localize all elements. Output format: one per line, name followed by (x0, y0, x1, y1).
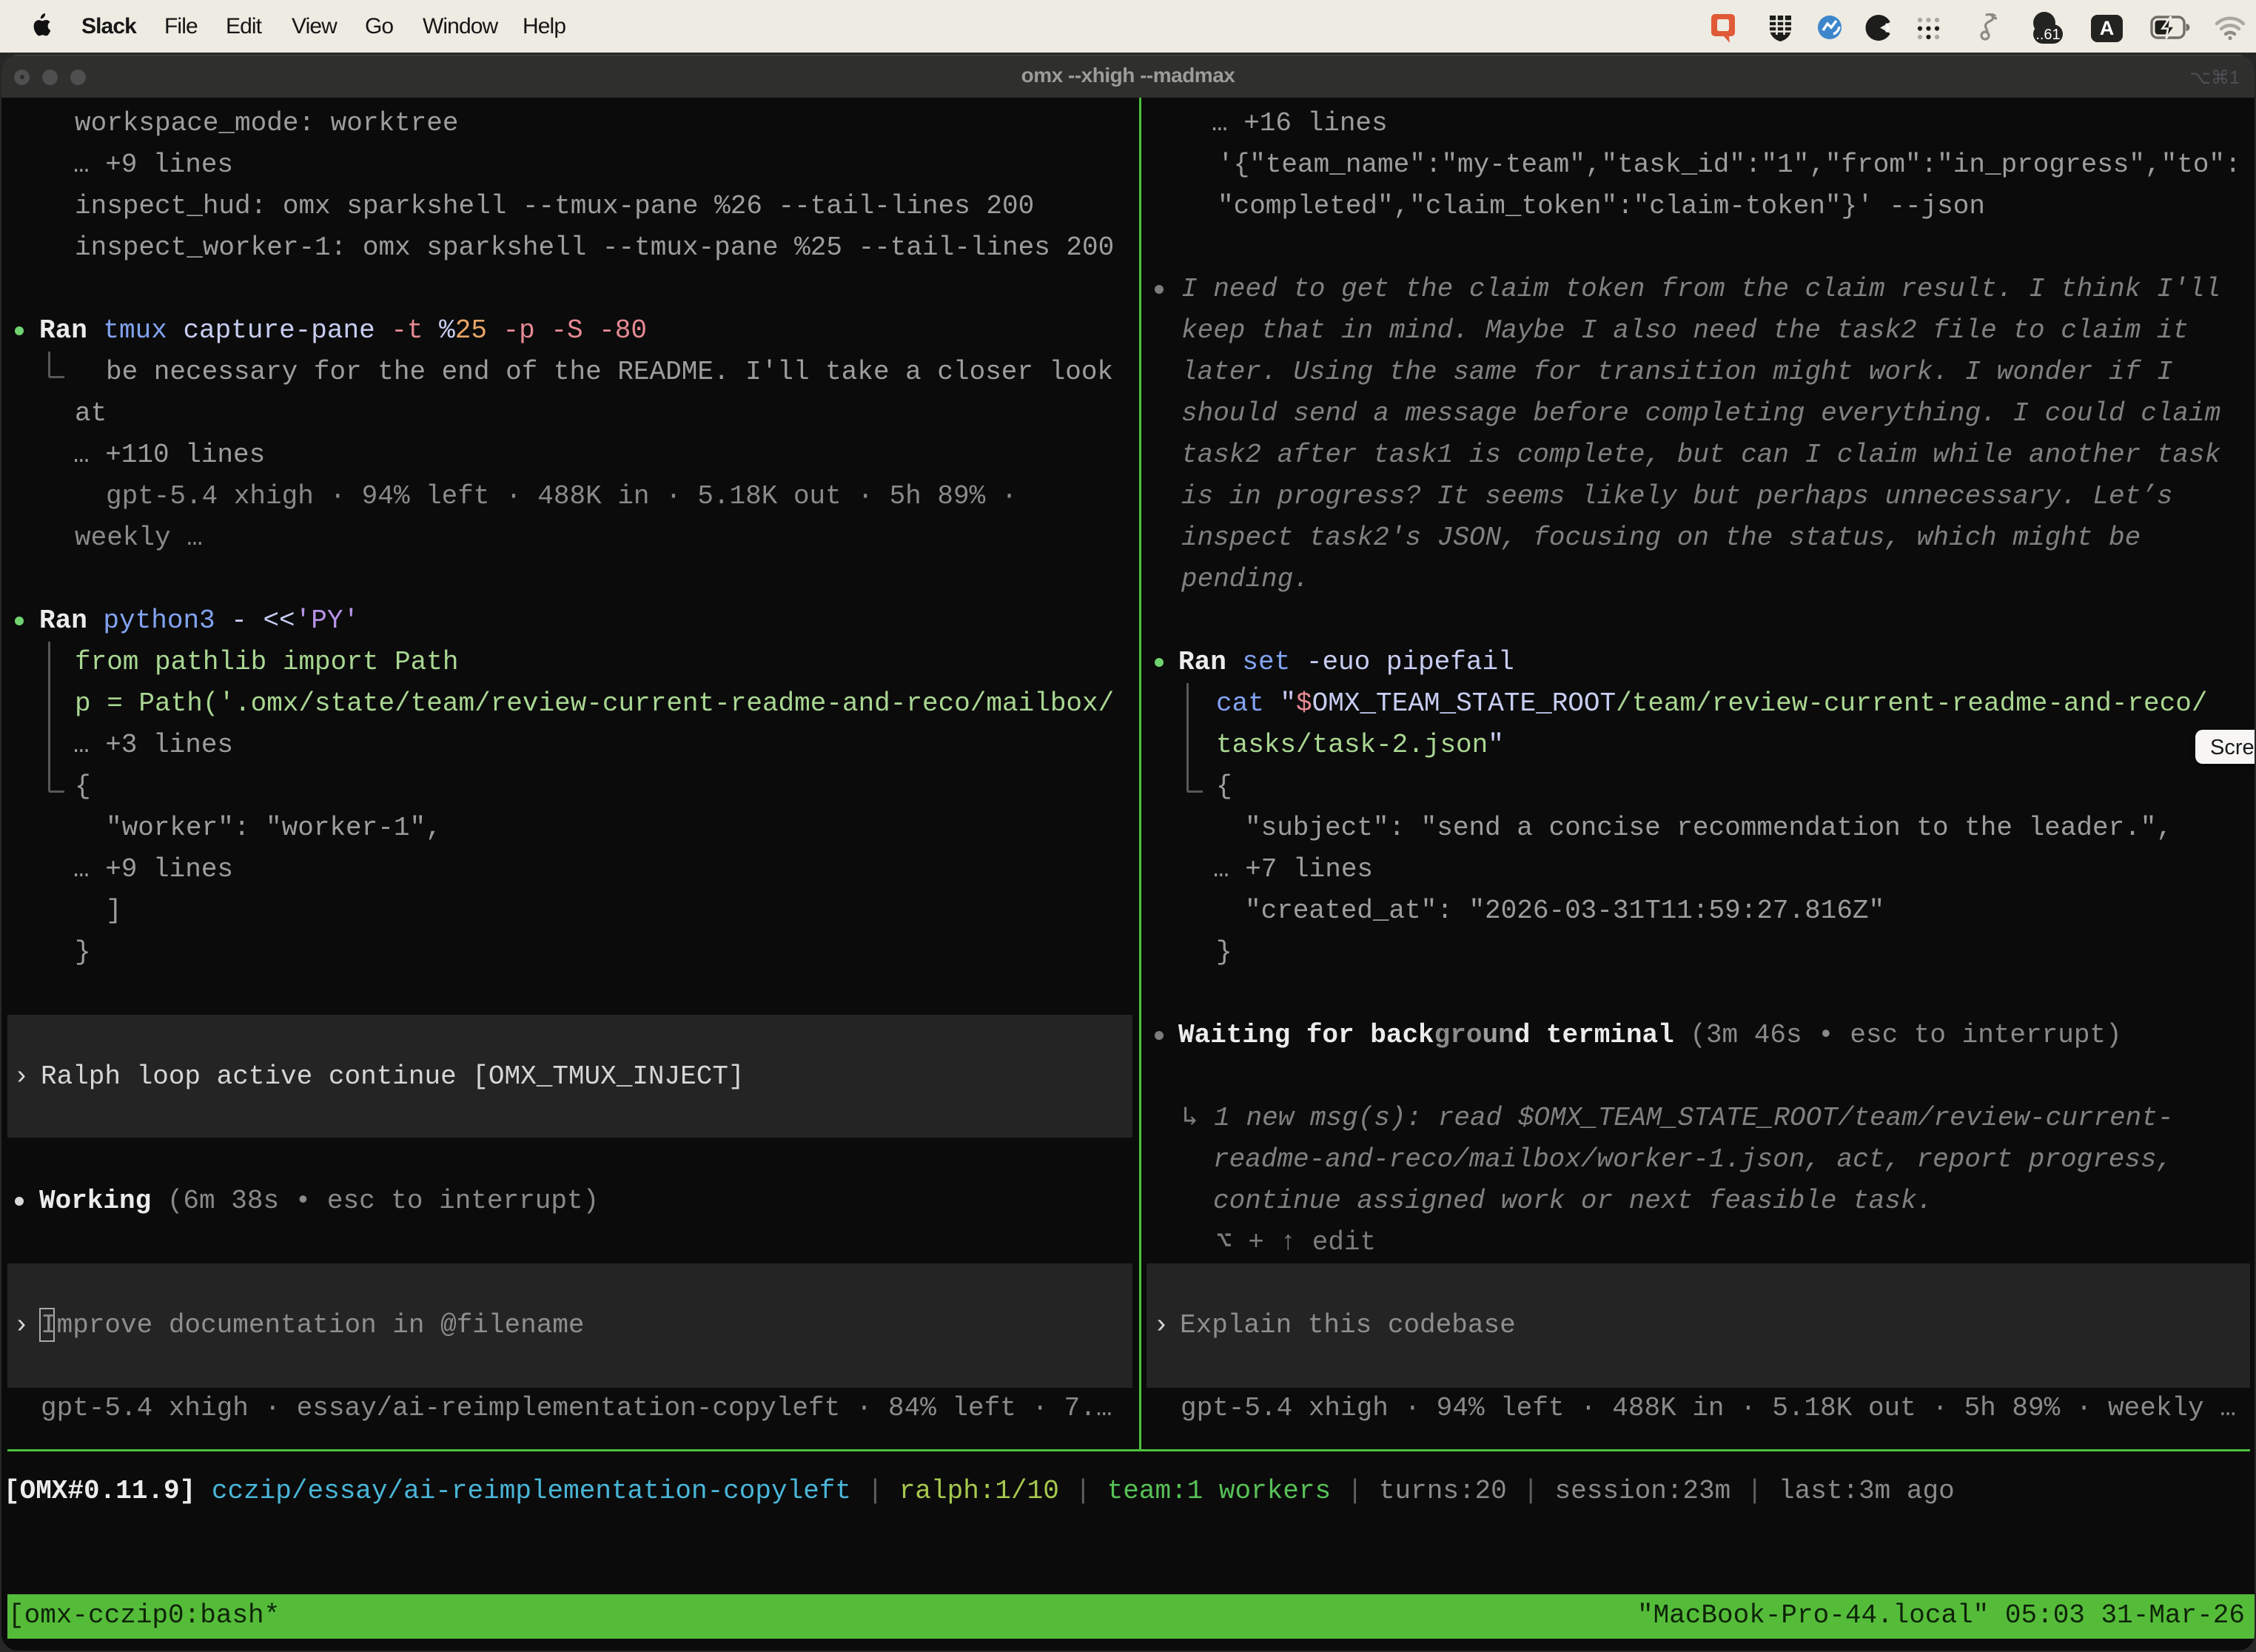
svg-text:..61: ..61 (2035, 27, 2060, 43)
